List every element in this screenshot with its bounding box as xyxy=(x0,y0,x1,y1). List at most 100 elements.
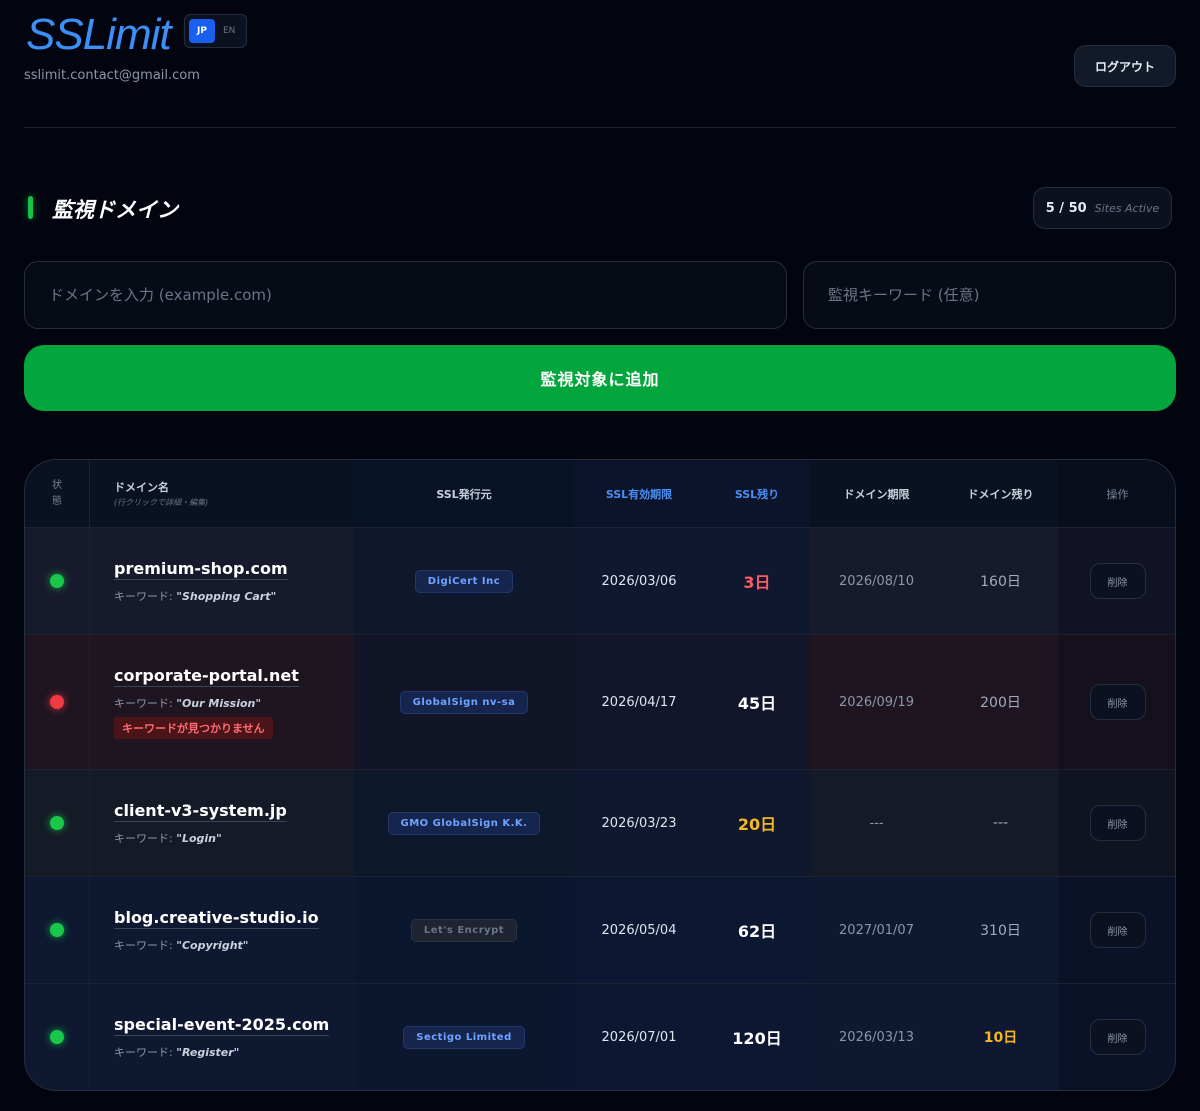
status-cell xyxy=(25,877,90,983)
keyword-prefix: キーワード: xyxy=(114,696,173,710)
th-domain-label: ドメイン名 xyxy=(114,481,169,494)
th-ssl-remaining-label: SSL残り xyxy=(734,487,780,501)
th-domain-remaining: ドメイン残り xyxy=(943,460,1058,527)
section-title: 監視ドメイン xyxy=(52,198,178,222)
th-domain-hint: (行クリックで詳細・編集) xyxy=(114,498,209,507)
ops-cell: 削除 xyxy=(1058,528,1175,634)
delete-button[interactable]: 削除 xyxy=(1089,1019,1146,1055)
keyword-value: "Register" xyxy=(176,1045,240,1059)
lang-jp-button[interactable]: JP xyxy=(189,19,215,43)
domain-name[interactable]: client-v3-system.jp xyxy=(114,801,287,822)
domain-name[interactable]: premium-shop.com xyxy=(114,559,288,580)
th-issuer: SSL発行元 xyxy=(354,460,574,527)
keyword-line: キーワード: "Register" xyxy=(114,1044,239,1060)
ssl-remaining-days: 45日 xyxy=(737,694,777,713)
th-ops: 操作 xyxy=(1058,460,1175,527)
domain-name[interactable]: special-event-2025.com xyxy=(114,1015,330,1036)
ssl-expiry-date: 2026/07/01 xyxy=(601,1029,677,1045)
status-ok-icon xyxy=(50,574,64,588)
delete-button[interactable]: 削除 xyxy=(1089,805,1146,841)
domain-name[interactable]: corporate-portal.net xyxy=(114,666,299,687)
keyword-prefix: キーワード: xyxy=(114,938,173,952)
th-domain: ドメイン名 (行クリックで詳細・編集) xyxy=(90,460,354,527)
status-cell xyxy=(25,635,90,769)
keyword-value: "Shopping Cart" xyxy=(176,589,277,603)
ssl-remaining-days: 120日 xyxy=(732,1029,782,1048)
ops-cell: 削除 xyxy=(1058,877,1175,983)
issuer-cell: GMO GlobalSign K.K. xyxy=(354,770,574,876)
issuer-badge: Let's Encrypt xyxy=(410,918,518,942)
status-cell xyxy=(25,528,90,634)
ssl-expiry-cell: 2026/03/06 xyxy=(574,528,704,634)
table-row[interactable]: premium-shop.com キーワード: "Shopping Cart" … xyxy=(25,528,1175,635)
delete-button[interactable]: 削除 xyxy=(1089,563,1146,599)
ssl-remaining-cell: 62日 xyxy=(704,877,810,983)
domain-remaining-days: 310日 xyxy=(980,923,1021,939)
th-status-line1: 状 xyxy=(52,479,62,491)
table-header: 状 態 ドメイン名 (行クリックで詳細・編集) SSL発行元 SSL有効期限 S… xyxy=(25,460,1175,528)
status-ok-icon xyxy=(50,923,64,937)
keyword-prefix: キーワード: xyxy=(114,831,173,845)
table-row[interactable]: client-v3-system.jp キーワード: "Login" GMO G… xyxy=(25,770,1175,877)
issuer-cell: DigiCert Inc xyxy=(354,528,574,634)
sites-count: 5 / 50 xyxy=(1045,200,1087,216)
domain-remaining-days: 10日 xyxy=(983,1030,1018,1046)
add-domain-button[interactable]: 監視対象に追加 xyxy=(24,345,1176,411)
domain-remaining-cell: 200日 xyxy=(943,635,1058,769)
ssl-remaining-days: 62日 xyxy=(737,922,777,941)
th-status: 状 態 xyxy=(25,460,90,527)
table-row[interactable]: blog.creative-studio.io キーワード: "Copyrigh… xyxy=(25,877,1175,984)
th-ssl-expiry: SSL有効期限 xyxy=(574,460,704,527)
issuer-cell: Sectigo Limited xyxy=(354,984,574,1090)
th-ops-label: 操作 xyxy=(1106,487,1129,501)
keyword-line: キーワード: "Shopping Cart" xyxy=(114,588,276,604)
ssl-expiry-date: 2026/03/23 xyxy=(601,815,677,831)
domain-cell: corporate-portal.net キーワード: "Our Mission… xyxy=(90,635,354,769)
status-cell xyxy=(25,984,90,1090)
keyword-alert-badge: キーワードが見つかりません xyxy=(114,716,273,739)
domain-expiry-cell: 2026/08/10 xyxy=(810,528,943,634)
logout-button[interactable]: ログアウト xyxy=(1074,45,1176,87)
delete-button[interactable]: 削除 xyxy=(1089,912,1146,948)
domain-name[interactable]: blog.creative-studio.io xyxy=(114,908,319,929)
ops-cell: 削除 xyxy=(1058,635,1175,769)
keyword-prefix: キーワード: xyxy=(114,589,173,603)
domain-expiry-cell: 2026/09/19 xyxy=(810,635,943,769)
ssl-expiry-date: 2026/03/06 xyxy=(601,573,677,589)
delete-button[interactable]: 削除 xyxy=(1089,684,1146,720)
domain-cell: special-event-2025.com キーワード: "Register" xyxy=(90,984,354,1090)
domain-expiry-date: --- xyxy=(869,815,884,831)
domain-remaining-cell: 160日 xyxy=(943,528,1058,634)
sites-label: Sites Active xyxy=(1094,201,1160,215)
lang-en-button[interactable]: EN xyxy=(221,26,235,36)
domain-expiry-date: 2026/09/19 xyxy=(839,694,914,710)
domain-expiry-cell: 2027/01/07 xyxy=(810,877,943,983)
sites-active-badge: 5 / 50 Sites Active xyxy=(1033,187,1172,229)
keyword-input[interactable] xyxy=(803,261,1176,329)
domain-input[interactable] xyxy=(24,261,787,329)
th-issuer-label: SSL発行元 xyxy=(436,487,492,501)
status-ok-icon xyxy=(50,1030,64,1044)
ssl-expiry-cell: 2026/05/04 xyxy=(574,877,704,983)
language-switch[interactable]: JP EN xyxy=(184,14,247,48)
issuer-badge: Sectigo Limited xyxy=(403,1025,525,1049)
keyword-value: "Copyright" xyxy=(176,938,249,952)
ssl-expiry-date: 2026/04/17 xyxy=(601,694,677,710)
status-ok-icon xyxy=(50,816,64,830)
domain-expiry-cell: 2026/03/13 xyxy=(810,984,943,1090)
ops-cell: 削除 xyxy=(1058,984,1175,1090)
keyword-line: キーワード: "Our Mission" xyxy=(114,695,261,711)
domain-remaining-days: 160日 xyxy=(980,574,1021,590)
ssl-remaining-days: 3日 xyxy=(743,573,771,592)
issuer-badge: DigiCert Inc xyxy=(414,569,514,593)
ssl-remaining-cell: 120日 xyxy=(704,984,810,1090)
th-ssl-expiry-label: SSL有効期限 xyxy=(605,487,673,501)
status-error-icon xyxy=(50,695,64,709)
table-row[interactable]: corporate-portal.net キーワード: "Our Mission… xyxy=(25,635,1175,770)
domain-expiry-date: 2026/08/10 xyxy=(839,573,914,589)
keyword-line: キーワード: "Copyright" xyxy=(114,937,249,953)
th-domain-remaining-label: ドメイン残り xyxy=(967,487,1034,501)
issuer-badge: GlobalSign nv-sa xyxy=(399,690,529,714)
domain-remaining-days: 200日 xyxy=(980,695,1021,711)
table-row[interactable]: special-event-2025.com キーワード: "Register"… xyxy=(25,984,1175,1090)
